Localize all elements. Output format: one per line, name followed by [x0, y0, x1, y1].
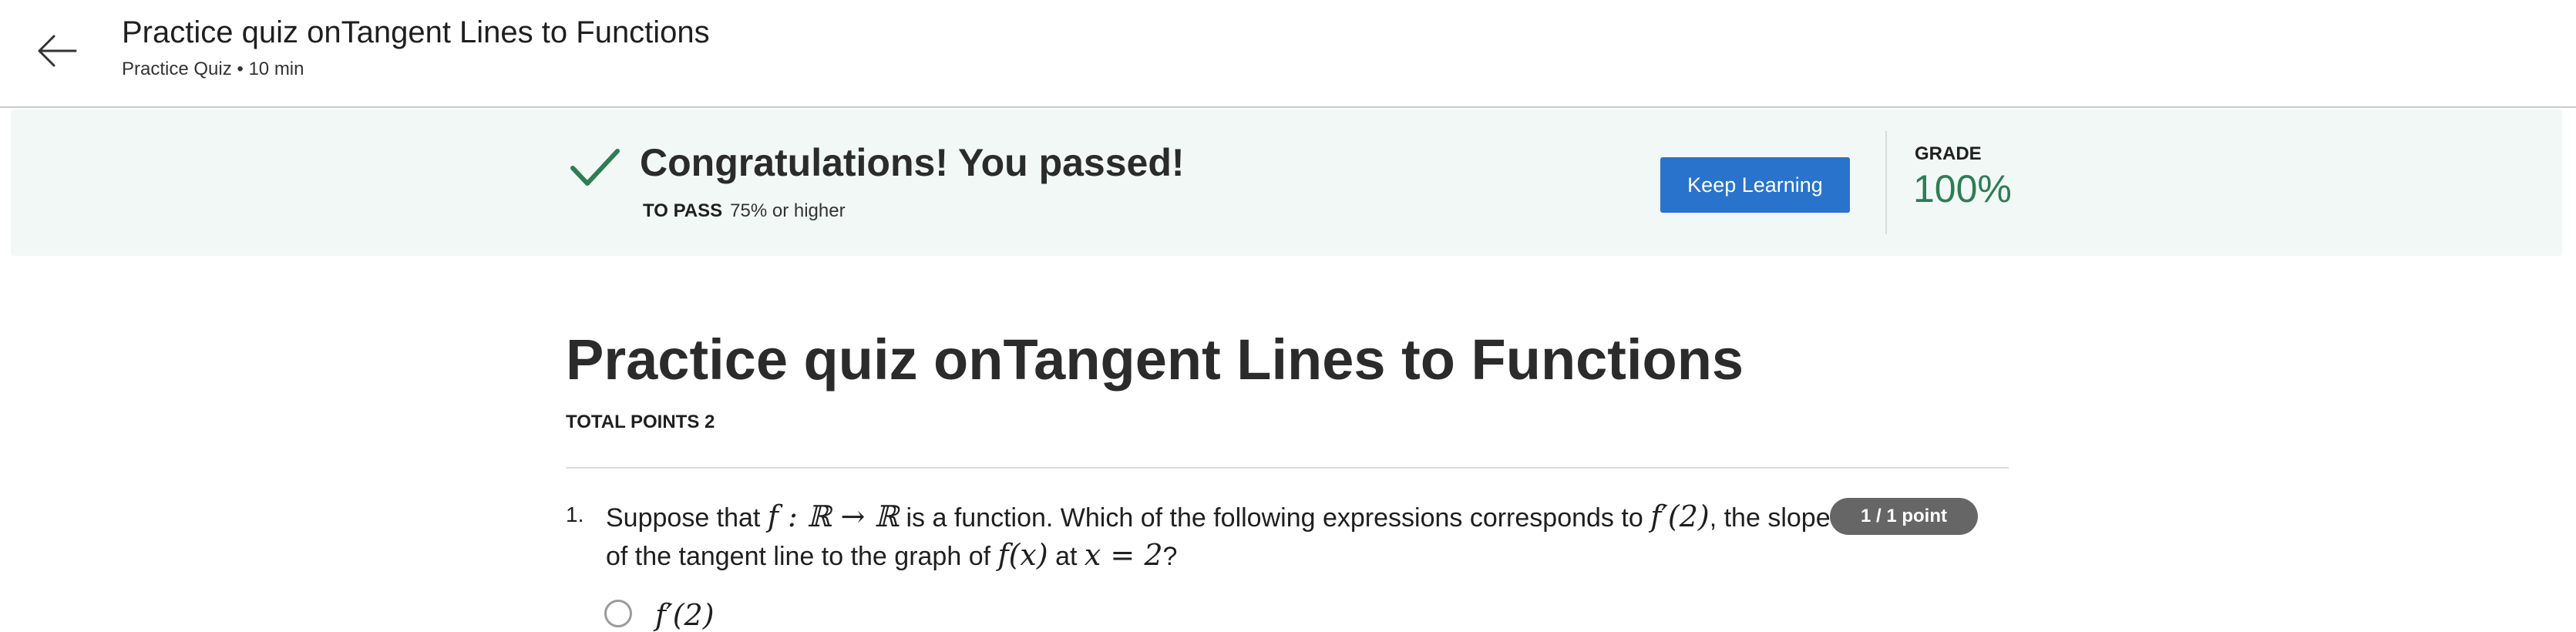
- pass-banner: Congratulations! You passed! TO PASS 75% …: [11, 109, 2562, 256]
- top-header: Practice quiz onTangent Lines to Functio…: [0, 0, 2576, 108]
- header-title: Practice quiz onTangent Lines to Functio…: [122, 15, 710, 49]
- choice-radio[interactable]: [604, 600, 632, 627]
- pass-message: Congratulations! You passed!: [640, 141, 1185, 184]
- math-expression: f : ℝ → ℝ: [767, 499, 900, 533]
- question-number: 1.: [566, 503, 584, 526]
- question-text: Suppose that: [606, 503, 768, 533]
- question-text-line-2: of the tangent line to the graph of f(x)…: [606, 538, 1177, 572]
- question-text-line-1: Suppose that f : ℝ → ℝ is a function. Wh…: [606, 499, 1831, 533]
- check-icon: [569, 145, 621, 191]
- choice-text: f′(2): [655, 598, 715, 632]
- to-pass-info: TO PASS 75% or higher: [643, 200, 846, 222]
- question-text: is a function. Which of the following ex…: [899, 503, 1651, 533]
- points-badge: 1 / 1 point: [1830, 498, 1978, 535]
- math-expression: f′(2): [1650, 499, 1710, 533]
- question-text: of the tangent line to the graph of: [606, 542, 998, 571]
- header-subtitle: Practice Quiz • 10 min: [122, 59, 304, 79]
- grade-label: GRADE: [1915, 143, 1982, 164]
- grade-value: 100%: [1913, 167, 2012, 210]
- question-text: ?: [1162, 542, 1178, 571]
- to-pass-label: TO PASS: [643, 200, 723, 221]
- page-title: Practice quiz onTangent Lines to Functio…: [566, 328, 1744, 392]
- total-points: TOTAL POINTS 2: [566, 412, 715, 432]
- math-expression: f(x): [997, 538, 1048, 572]
- keep-learning-button[interactable]: Keep Learning: [1660, 157, 1850, 213]
- question-text: at: [1048, 542, 1085, 571]
- to-pass-value: 75% or higher: [730, 200, 846, 221]
- question-text: , the slope: [1709, 503, 1831, 533]
- arrow-left-icon[interactable]: [34, 28, 80, 74]
- math-expression: x = 2: [1084, 538, 1163, 572]
- section-divider: [566, 467, 2009, 469]
- grade-divider: [1885, 131, 1887, 234]
